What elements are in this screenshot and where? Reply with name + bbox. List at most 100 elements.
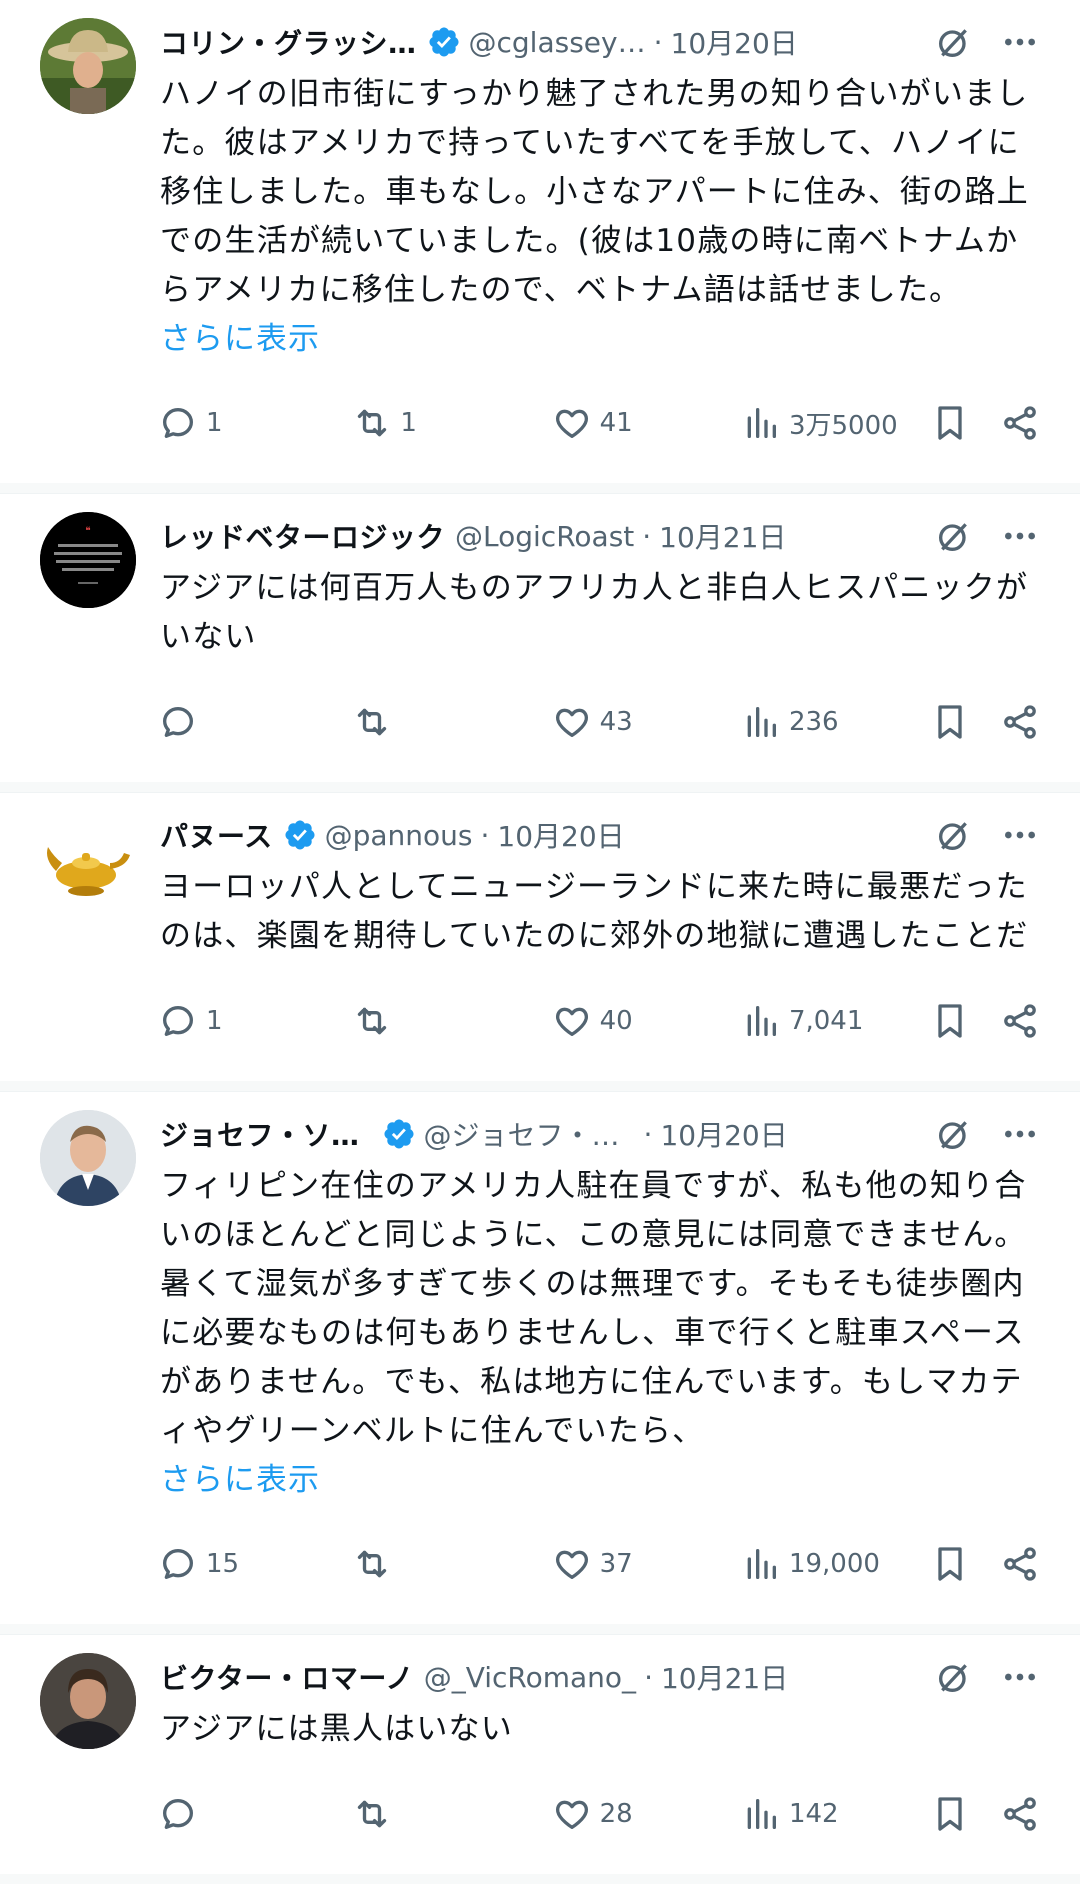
avatar[interactable] xyxy=(40,1653,136,1749)
post-actions: 1 40 7,041 xyxy=(158,961,1040,1081)
more-options-icon[interactable] xyxy=(1000,1114,1040,1154)
post-actions: 43 236 xyxy=(158,662,1040,782)
post-text: ヨーロッパ人としてニュージーランドに来た時に最悪だったのは、楽園を期待していたの… xyxy=(160,869,1029,954)
reply-button[interactable] xyxy=(158,702,352,742)
views-button[interactable]: 236 xyxy=(741,702,930,742)
repost-count: 1 xyxy=(400,408,417,438)
like-count: 37 xyxy=(599,1549,633,1579)
view-count: 142 xyxy=(788,1799,839,1829)
like-button[interactable]: 43 xyxy=(552,702,741,742)
views-chart-icon xyxy=(747,1549,776,1579)
avatar[interactable] xyxy=(40,1110,136,1206)
like-count: 40 xyxy=(599,1006,633,1036)
view-count: 19,000 xyxy=(788,1549,880,1579)
heart-icon xyxy=(555,409,588,438)
post-actions: 28 142 xyxy=(158,1754,1040,1874)
avatar[interactable] xyxy=(40,18,136,114)
grok-icon[interactable] xyxy=(934,1657,974,1697)
avatar[interactable]: ❝ xyxy=(40,512,136,608)
author-name[interactable]: パヌース xyxy=(160,815,273,855)
post-text: ハノイの旧市街にすっかり魅了された男の知り合いがいました。彼はアメリカで持ってい… xyxy=(160,76,1029,308)
post[interactable]: パヌース @pannous · 10月20日 ヨーロッパ人としてニュージーランド… xyxy=(0,793,1080,1092)
heart-icon xyxy=(555,708,588,737)
views-chart-icon xyxy=(747,1006,776,1036)
author-name[interactable]: ジョセフ・ソ… xyxy=(160,1114,360,1154)
grok-icon[interactable] xyxy=(934,815,974,855)
views-button[interactable]: 3万5000 xyxy=(741,403,930,443)
reply-button[interactable]: 1 xyxy=(158,1001,352,1041)
bookmark-button[interactable] xyxy=(930,1001,1000,1041)
share-button[interactable] xyxy=(1000,403,1040,443)
repost-button[interactable] xyxy=(352,1001,551,1041)
like-button[interactable]: 40 xyxy=(552,1001,741,1041)
share-icon xyxy=(1004,705,1036,739)
post-date[interactable]: 10月21日 xyxy=(661,1657,788,1697)
author-handle[interactable]: @LogicRoast xyxy=(455,520,634,553)
views-chart-icon xyxy=(747,1799,776,1829)
share-button[interactable] xyxy=(1000,1794,1040,1834)
repost-icon xyxy=(358,1007,387,1035)
share-icon xyxy=(1004,1004,1036,1038)
share-button[interactable] xyxy=(1000,1544,1040,1584)
verified-badge-icon xyxy=(285,820,315,850)
post-date[interactable]: 10月20日 xyxy=(660,1114,787,1154)
views-chart-icon xyxy=(747,408,776,438)
repost-button[interactable] xyxy=(352,702,551,742)
show-more-link[interactable]: さらに表示 xyxy=(160,315,1040,363)
post[interactable]: ❝ レッドベターロジック @LogicRoast · 10月21日 アジアには何… xyxy=(0,494,1080,793)
more-options-icon[interactable] xyxy=(1000,516,1040,556)
like-button[interactable]: 41 xyxy=(552,403,741,443)
reply-button[interactable]: 15 xyxy=(158,1544,352,1584)
repost-button[interactable] xyxy=(352,1794,551,1834)
verified-badge-icon xyxy=(428,27,459,57)
post[interactable]: ジョセフ・ソ… @ジョセフ・… · 10月20日 フィリピン在住のアメリカ人駐在… xyxy=(0,1092,1080,1635)
author-name[interactable]: ビクター・ロマーノ xyxy=(160,1657,414,1697)
bookmark-button[interactable] xyxy=(930,403,1000,443)
like-button[interactable]: 37 xyxy=(552,1544,741,1584)
author-handle[interactable]: @cglassey… xyxy=(469,26,646,59)
author-handle[interactable]: @_VicRomano_ xyxy=(424,1661,636,1694)
post[interactable]: ビクター・ロマーノ @_VicRomano_ · 10月21日 アジアには黒人は… xyxy=(0,1635,1080,1884)
separator-dot: · xyxy=(480,818,490,852)
grok-icon[interactable] xyxy=(934,22,974,62)
more-options-icon[interactable] xyxy=(1000,1657,1040,1697)
more-options-icon[interactable] xyxy=(1000,22,1040,62)
reply-button[interactable]: 1 xyxy=(158,403,352,443)
separator-dot: · xyxy=(642,519,652,553)
views-button[interactable]: 7,041 xyxy=(741,1001,930,1041)
bookmark-button[interactable] xyxy=(930,1794,1000,1834)
grok-icon[interactable] xyxy=(934,516,974,556)
more-options-icon[interactable] xyxy=(1000,815,1040,855)
repost-button[interactable] xyxy=(352,1544,551,1584)
views-button[interactable]: 19,000 xyxy=(741,1544,930,1584)
avatar[interactable] xyxy=(40,811,136,907)
post-date[interactable]: 10月21日 xyxy=(659,516,786,556)
views-button[interactable]: 142 xyxy=(741,1794,930,1834)
post-header: コリン・グラッシ… @cglassey… · 10月20日 xyxy=(160,18,1040,66)
reply-button[interactable] xyxy=(158,1794,352,1834)
share-button[interactable] xyxy=(1000,1001,1040,1041)
like-button[interactable]: 28 xyxy=(552,1794,741,1834)
author-name[interactable]: レッドベターロジック xyxy=(160,516,445,556)
reply-icon xyxy=(163,707,193,737)
repost-button[interactable]: 1 xyxy=(352,403,551,443)
bookmark-button[interactable] xyxy=(930,1544,1000,1584)
post-date[interactable]: 10月20日 xyxy=(497,815,624,855)
post[interactable]: コリン・グラッシ… @cglassey… · 10月20日 ハノイの旧市街にすっ… xyxy=(0,0,1080,494)
author-name[interactable]: コリン・グラッシ… xyxy=(160,22,417,62)
author-handle[interactable]: @ジョセフ・… xyxy=(424,1114,620,1154)
repost-icon xyxy=(358,1550,387,1578)
verified-badge-icon xyxy=(383,1119,414,1149)
bookmark-button[interactable] xyxy=(930,702,1000,742)
post-header: レッドベターロジック @LogicRoast · 10月21日 xyxy=(160,512,1040,560)
view-count: 7,041 xyxy=(788,1006,864,1036)
bookmark-icon xyxy=(938,1797,962,1831)
reply-count: 15 xyxy=(206,1549,240,1579)
author-handle[interactable]: @pannous xyxy=(325,819,473,852)
show-more-link[interactable]: さらに表示 xyxy=(160,1456,1040,1504)
grok-icon[interactable] xyxy=(934,1114,974,1154)
reply-icon xyxy=(163,408,193,438)
view-count: 3万5000 xyxy=(788,410,898,441)
post-date[interactable]: 10月20日 xyxy=(671,22,798,62)
share-button[interactable] xyxy=(1000,702,1040,742)
